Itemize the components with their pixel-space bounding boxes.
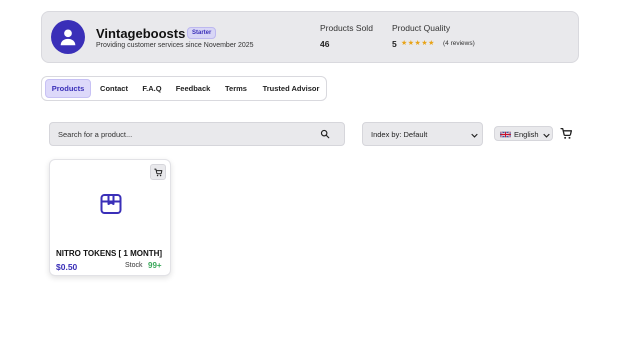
language-select-value: English: [514, 129, 539, 139]
product-name: NITRO TOKENS [ 1 MONTH]: [56, 249, 163, 258]
cart-icon[interactable]: [560, 127, 573, 140]
stock-label: Stock: [125, 262, 143, 269]
uk-flag-icon: [500, 131, 511, 138]
stock-value: 99+: [148, 261, 162, 270]
language-select[interactable]: English: [494, 126, 553, 141]
search-input[interactable]: [58, 127, 308, 142]
rating-stars-icon: ★★★★★: [401, 40, 435, 47]
add-to-cart-button[interactable]: [150, 164, 166, 180]
product-quality-value: 5: [392, 39, 397, 49]
shop-tagline: Providing customer services since Novemb…: [96, 42, 254, 49]
chevron-down-icon: [471, 133, 478, 138]
tab-trusted-advisor[interactable]: Trusted Advisor: [258, 79, 324, 98]
reviews-count: (4 reviews): [443, 40, 475, 47]
tab-terms[interactable]: Terms: [220, 79, 252, 98]
tab-contact[interactable]: Contact: [95, 79, 133, 98]
sort-select[interactable]: Index by: Default: [362, 122, 483, 146]
product-price: $0.50: [56, 262, 78, 272]
shop-header: Vintageboosts Starter Providing customer…: [41, 11, 579, 63]
chevron-down-icon: [543, 133, 550, 138]
cart-icon: [153, 168, 162, 176]
tab-products[interactable]: Products: [45, 79, 91, 98]
sort-select-value: Index by: Default: [371, 130, 428, 139]
tab-faq[interactable]: F.A.Q: [138, 79, 166, 98]
user-icon: [60, 29, 76, 46]
products-sold-label: Products Sold: [320, 23, 373, 33]
product-search-box: [49, 122, 345, 146]
plan-badge: Starter: [187, 27, 217, 39]
user-avatar-icon: [51, 20, 85, 54]
product-card[interactable]: NITRO TOKENS [ 1 MONTH] $0.50 Stock 99+: [49, 159, 171, 276]
search-icon[interactable]: [320, 129, 330, 139]
shop-nav: Products Contact F.A.Q Feedback Terms Tr…: [41, 76, 327, 101]
tab-feedback[interactable]: Feedback: [172, 79, 214, 98]
package-icon: [100, 194, 122, 214]
product-quality-label: Product Quality: [392, 23, 451, 33]
shop-name: Vintageboosts: [96, 26, 186, 41]
products-sold-value: 46: [320, 39, 330, 49]
